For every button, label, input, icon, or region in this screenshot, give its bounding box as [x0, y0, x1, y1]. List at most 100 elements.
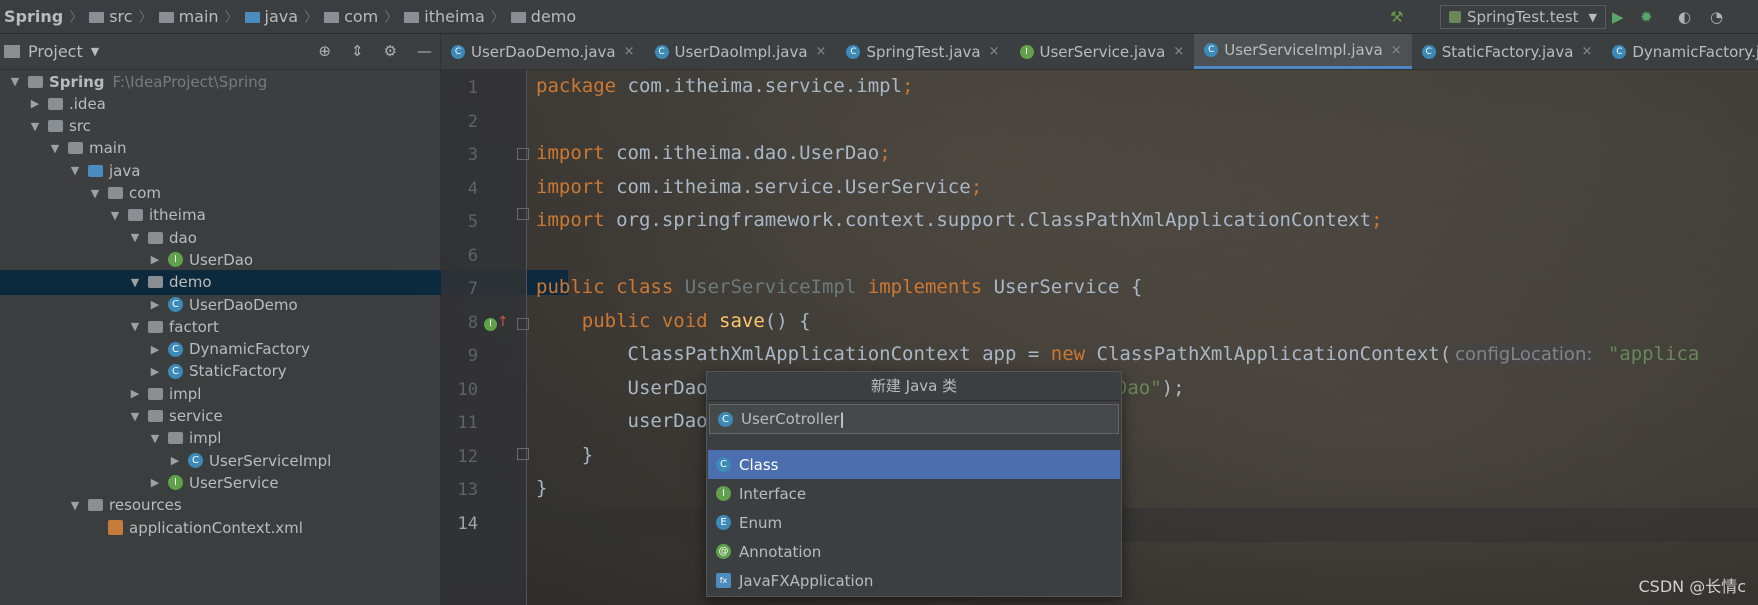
tab-label: UserDaoImpl.java — [674, 42, 808, 61]
javafxapplication-kind-icon: fx — [716, 573, 731, 588]
tree-item-src[interactable]: ▼ src — [0, 114, 468, 139]
tree-item-main[interactable]: ▼ main — [0, 136, 488, 161]
run-icon[interactable]: ▶ — [1612, 8, 1624, 26]
fold-marker-icon[interactable] — [517, 148, 529, 160]
code-token: ); — [1161, 376, 1185, 399]
tree-item-spring[interactable]: ▼ Spring F:\IdeaProject\Spring — [0, 69, 448, 94]
kind-option-enum[interactable]: E Enum — [708, 508, 1120, 537]
fold-marker-icon[interactable] — [517, 448, 529, 460]
package-folder-icon — [168, 432, 183, 445]
class-icon: C — [168, 297, 183, 312]
chevron-down-icon[interactable]: ▼ — [91, 45, 99, 58]
breadcrumb-item[interactable]: com — [324, 7, 378, 26]
collapsed-arrow-icon[interactable]: ▶ — [148, 253, 162, 266]
expanded-arrow-icon[interactable]: ▼ — [128, 276, 142, 289]
code-line[interactable]: ClassPathXmlApplicationContext app = new… — [536, 343, 1699, 365]
project-panel-title[interactable]: Project — [28, 42, 83, 61]
code-token: com.itheima.service.UserService — [616, 175, 971, 198]
tree-item-label: applicationContext.xml — [129, 518, 303, 537]
breadcrumb-item[interactable]: demo — [510, 7, 576, 26]
expanded-arrow-icon[interactable]: ▼ — [128, 410, 142, 423]
debug-icon[interactable]: ✹ — [1640, 8, 1653, 26]
breadcrumb-label: java — [264, 7, 299, 26]
code-line[interactable]: public void save() { — [536, 310, 811, 332]
tab-userdaodemo[interactable]: C UserDaoDemo.java × — [441, 34, 645, 69]
code-token: UserService { — [993, 276, 1143, 298]
close-icon[interactable]: × — [1581, 44, 1592, 59]
breadcrumb-label: Spring — [4, 7, 64, 26]
collapsed-arrow-icon[interactable]: ▶ — [148, 343, 162, 356]
breadcrumb-label: src — [109, 7, 133, 26]
tree-item-label: impl — [189, 429, 222, 448]
expanded-arrow-icon[interactable]: ▼ — [88, 187, 102, 200]
code-token: package — [536, 75, 628, 97]
expanded-arrow-icon[interactable]: ▼ — [68, 164, 82, 177]
code-line[interactable]: import com.itheima.service.UserService; — [536, 176, 982, 198]
expanded-arrow-icon[interactable]: ▼ — [108, 209, 122, 222]
breadcrumb-item[interactable]: java — [244, 7, 299, 26]
tree-item-java[interactable]: ▼ java — [0, 158, 508, 183]
kind-option-interface[interactable]: I Interface — [708, 479, 1120, 508]
package-folder-icon — [108, 187, 123, 199]
close-icon[interactable]: × — [624, 44, 635, 59]
locate-target-icon[interactable]: ⊕ — [318, 42, 331, 60]
tab-userservice[interactable]: I UserService.java × — [1010, 34, 1195, 69]
code-token: UserServiceImpl — [684, 276, 868, 298]
package-folder-icon — [68, 142, 83, 155]
kind-option-annotation[interactable]: @ Annotation — [708, 537, 1120, 566]
code-line[interactable]: userDao — [536, 410, 708, 432]
close-icon[interactable]: × — [816, 44, 827, 59]
tab-dynamicfactory[interactable]: CDynamicFactory.java× — [1602, 34, 1758, 69]
collapsed-arrow-icon[interactable]: ▶ — [28, 97, 42, 110]
expanded-arrow-icon[interactable]: ▼ — [68, 499, 82, 512]
collapsed-arrow-icon[interactable]: ▶ — [148, 298, 162, 311]
close-icon[interactable]: × — [989, 44, 1000, 59]
line-number: 4 — [467, 178, 478, 199]
breadcrumb-separator-icon: 〉 — [490, 9, 505, 26]
code-line[interactable]: } — [536, 477, 547, 499]
code-line[interactable]: public class UserServiceImpl implements … — [536, 276, 1142, 298]
breadcrumb-item[interactable]: src — [89, 7, 133, 26]
implements-method-icon[interactable]: I — [484, 318, 497, 331]
collapsed-arrow-icon[interactable]: ▶ — [128, 387, 142, 400]
tree-item-resources[interactable]: ▼ resources — [0, 493, 508, 518]
profiler-icon[interactable]: ◔ — [1710, 8, 1723, 26]
fold-marker-icon[interactable] — [517, 318, 529, 330]
collapse-all-icon[interactable]: ⇕ — [351, 42, 364, 60]
expanded-arrow-icon[interactable]: ▼ — [28, 120, 42, 133]
collapsed-arrow-icon[interactable]: ▶ — [148, 365, 162, 378]
hide-panel-icon[interactable]: — — [417, 42, 432, 60]
close-icon[interactable]: × — [1391, 43, 1402, 58]
breadcrumb-item[interactable]: itheima — [404, 7, 485, 26]
tab-springtest[interactable]: C SpringTest.java × — [836, 34, 1009, 69]
kind-option-class[interactable]: C Class — [708, 450, 1120, 479]
tab-userdaoimpl[interactable]: C UserDaoImpl.java × — [645, 34, 837, 69]
gear-icon[interactable]: ⚙ — [384, 42, 397, 60]
expanded-arrow-icon[interactable]: ▼ — [48, 142, 62, 155]
line-number: 1 — [467, 78, 478, 98]
expanded-arrow-icon[interactable]: ▼ — [8, 75, 22, 88]
expanded-arrow-icon[interactable]: ▼ — [128, 320, 142, 333]
code-line[interactable]: } — [536, 444, 593, 466]
coverage-icon[interactable]: ◐ — [1678, 8, 1691, 26]
close-icon[interactable]: × — [1173, 44, 1184, 59]
class-name-input[interactable]: C UserCotroller | — [709, 404, 1119, 434]
run-configuration-select[interactable]: SpringTest.test ▼ — [1440, 5, 1606, 29]
collapsed-arrow-icon[interactable]: ▶ — [148, 476, 162, 489]
tab-staticfactory[interactable]: C StaticFactory.java × — [1412, 34, 1603, 69]
tab-userserviceimpl[interactable]: C UserServiceImpl.java × — [1194, 34, 1412, 69]
breadcrumb-item[interactable]: main — [158, 7, 219, 26]
expanded-arrow-icon[interactable]: ▼ — [128, 231, 142, 244]
tree-item-idea[interactable]: ▶ .idea — [0, 91, 468, 116]
expanded-arrow-icon[interactable]: ▼ — [148, 432, 162, 445]
parameter-hint: configLocation: — [1451, 344, 1597, 365]
code-line[interactable]: package com.itheima.service.impl; — [536, 75, 914, 97]
breadcrumb-separator-icon: 〉 — [69, 9, 84, 26]
kind-option-javafxapplication[interactable]: fx JavaFXApplication — [708, 566, 1120, 595]
breadcrumb-item[interactable]: Spring — [4, 7, 63, 26]
collapsed-arrow-icon[interactable]: ▶ — [168, 454, 182, 467]
fold-marker-icon[interactable] — [517, 208, 529, 220]
code-line[interactable]: import org.springframework.context.suppo… — [536, 209, 1383, 231]
build-hammer-icon[interactable]: ⚒ — [1390, 8, 1403, 26]
code-line[interactable]: import com.itheima.dao.UserDao; — [536, 142, 891, 164]
